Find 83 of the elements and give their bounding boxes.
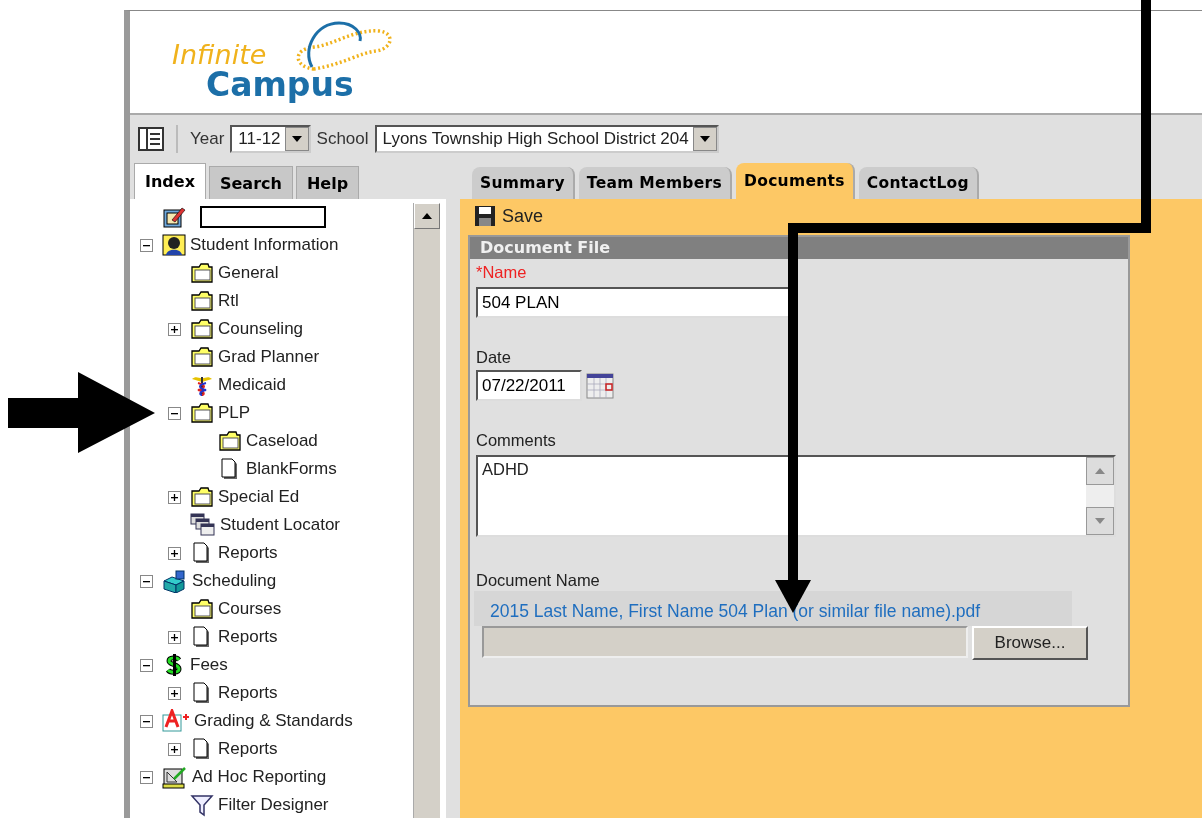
panel-title: Document File bbox=[470, 237, 1128, 259]
up-arrow-icon bbox=[1095, 468, 1105, 474]
scroll-track[interactable] bbox=[1086, 485, 1114, 507]
comments-text: ADHD bbox=[481, 459, 530, 480]
collapse-icon[interactable] bbox=[140, 714, 153, 728]
tree-item[interactable]: Scheduling bbox=[192, 571, 277, 591]
tree-item[interactable]: PLP bbox=[218, 403, 251, 423]
tab[interactable]: Summary bbox=[472, 167, 575, 199]
index-tab[interactable]: Index bbox=[134, 163, 206, 199]
tree-item[interactable]: Counseling bbox=[218, 319, 304, 339]
tree-item[interactable]: Courses bbox=[218, 599, 282, 619]
windows-icon bbox=[190, 513, 216, 537]
index-tab[interactable]: Help bbox=[295, 166, 360, 199]
file-name-note: 2015 Last Name, First Name 504 Plan (or similar file name).pdf bbox=[474, 591, 1072, 626]
folder-icon bbox=[218, 430, 242, 452]
folder-icon bbox=[190, 486, 214, 508]
folder-icon bbox=[190, 290, 214, 312]
tree-item[interactable]: Rtl bbox=[218, 291, 239, 311]
tree-item[interactable]: Reports bbox=[218, 683, 278, 703]
tree-item[interactable]: General bbox=[218, 263, 279, 283]
scroll-down-button[interactable] bbox=[1086, 507, 1114, 535]
edit-icon bbox=[162, 205, 186, 229]
comments-label: Comments bbox=[476, 431, 557, 451]
tree-item[interactable]: Fees bbox=[190, 655, 228, 675]
name-label: *Name bbox=[476, 263, 528, 283]
document-name-label: Document Name bbox=[476, 571, 601, 591]
expand-icon[interactable] bbox=[168, 546, 181, 560]
blocks-icon bbox=[162, 569, 188, 593]
save-icon bbox=[474, 205, 496, 227]
year-label: Year bbox=[190, 129, 225, 149]
date-field[interactable]: 07/22/2011 bbox=[476, 370, 582, 401]
person-icon bbox=[162, 233, 186, 257]
expand-icon[interactable] bbox=[168, 742, 181, 756]
tree-item[interactable]: Special Ed bbox=[218, 487, 300, 507]
save-button[interactable]: Save bbox=[468, 203, 550, 229]
collapse-icon[interactable] bbox=[140, 574, 153, 588]
folder-icon bbox=[190, 262, 214, 284]
comments-field[interactable]: ADHD bbox=[476, 455, 1116, 537]
school-dropdown[interactable]: Lyons Township High School District 204 bbox=[374, 125, 719, 153]
calendar-icon[interactable] bbox=[586, 372, 614, 399]
folder-icon bbox=[190, 598, 214, 620]
panel-icon[interactable] bbox=[138, 127, 164, 151]
collapse-icon[interactable] bbox=[140, 238, 153, 252]
tree-item[interactable]: Caseload bbox=[246, 431, 318, 451]
index-tab[interactable]: Search bbox=[208, 166, 293, 199]
expand-icon[interactable] bbox=[168, 630, 181, 644]
filter-icon bbox=[190, 793, 214, 817]
expand-icon[interactable] bbox=[168, 322, 181, 336]
scrollbar[interactable] bbox=[413, 203, 440, 818]
tab[interactable]: Team Members bbox=[578, 167, 732, 199]
tree-item[interactable]: Reports bbox=[218, 739, 278, 759]
expand-icon[interactable] bbox=[168, 686, 181, 700]
tree-item[interactable]: Student Information bbox=[190, 235, 339, 255]
folder-icon bbox=[190, 318, 214, 340]
dropdown-icon bbox=[699, 136, 710, 142]
date-label: Date bbox=[476, 348, 512, 368]
school-label: School bbox=[316, 129, 369, 149]
collapse-icon[interactable] bbox=[168, 406, 181, 420]
folder-icon bbox=[190, 402, 214, 424]
tree-item[interactable]: Ad Hoc Reporting bbox=[192, 767, 327, 787]
tree-item[interactable]: Grad Planner bbox=[218, 347, 320, 367]
collapse-icon[interactable] bbox=[140, 658, 153, 672]
up-arrow-icon bbox=[422, 213, 432, 219]
grade-icon bbox=[162, 709, 190, 733]
browse-button[interactable]: Browse... bbox=[972, 626, 1088, 660]
drafting-icon bbox=[162, 765, 188, 789]
year-dropdown[interactable]: 11-12 bbox=[230, 125, 311, 153]
expand-icon[interactable] bbox=[168, 490, 181, 504]
collapse-icon[interactable] bbox=[140, 770, 153, 784]
tree-item[interactable]: Filter Designer bbox=[218, 795, 329, 815]
tree-item[interactable]: Medicaid bbox=[218, 375, 287, 395]
tree-item[interactable]: Student Locator bbox=[220, 515, 341, 535]
folder-icon bbox=[190, 346, 214, 368]
tab[interactable]: ContactLog bbox=[858, 167, 979, 199]
tree-item[interactable]: BlankForms bbox=[246, 459, 337, 479]
file-path-field[interactable] bbox=[482, 626, 968, 658]
tree-item[interactable]: Reports bbox=[218, 627, 278, 647]
dropdown-icon bbox=[291, 136, 302, 142]
tree-item[interactable]: Reports bbox=[218, 543, 278, 563]
tab[interactable]: Documents bbox=[736, 163, 855, 199]
tree-item[interactable]: Grading & Standards bbox=[194, 711, 353, 731]
logo: Infinite Campus bbox=[168, 19, 400, 109]
down-arrow-icon bbox=[1095, 518, 1105, 524]
